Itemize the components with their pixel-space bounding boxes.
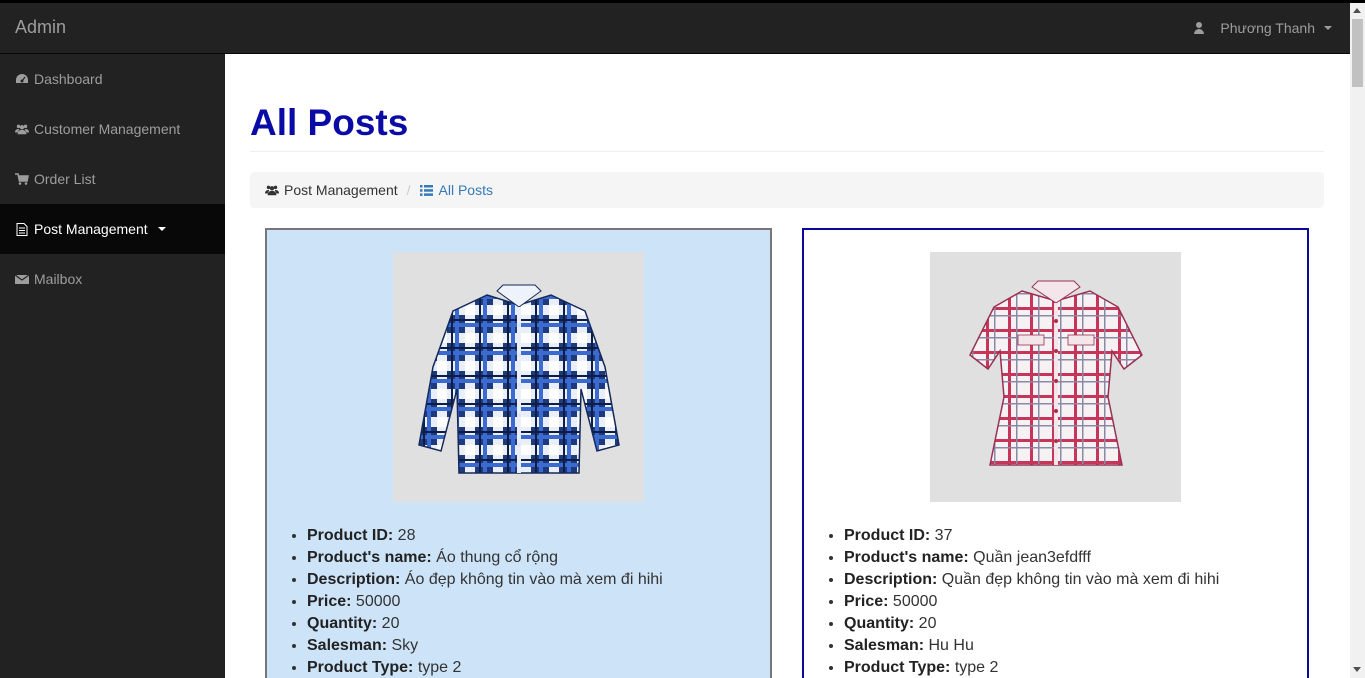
sidebar: Dashboard Customer Management Order List… [0,54,225,678]
sidebar-item-label: Dashboard [34,71,103,87]
cart-icon [15,173,29,185]
users-icon [265,184,279,196]
product-image[interactable] [393,252,644,502]
scrollbar-thumb[interactable] [1352,19,1363,87]
field-label: Product's name: [307,549,432,566]
field-label: Quantity: [307,615,378,632]
divider [250,151,1324,152]
list-item: Product's name: Quần jean3efdfff [844,547,1219,569]
product-salesman: Sky [391,637,419,654]
top-navbar: Admin Phương Thanh [0,3,1350,54]
field-label: Salesman: [844,637,925,654]
field-label: Description: [307,571,401,588]
breadcrumb-item-all-posts[interactable]: All Posts [420,182,493,198]
user-name: Phương Thanh [1220,20,1315,36]
list-item: Product ID: 28 [307,525,663,547]
chevron-down-icon [157,227,166,231]
user-icon [1194,22,1205,34]
sidebar-item-mailbox[interactable]: Mailbox [0,254,225,304]
product-price: 50000 [892,593,938,610]
list-item: Price: 50000 [844,591,1219,613]
product-description: Áo đẹp không tin vào mà xem đi hihi [404,571,663,588]
breadcrumb-item-post-management[interactable]: Post Management [265,182,398,198]
field-label: Quantity: [844,615,915,632]
product-image[interactable] [930,252,1181,502]
sidebar-item-order-list[interactable]: Order List [0,154,225,204]
product-details: Product ID: 28 Product's name: Áo thung … [307,525,663,678]
product-quantity: 20 [918,615,937,632]
list-item: Salesman: Sky [307,635,663,657]
chevron-down-icon [1324,26,1332,30]
field-label: Product's name: [844,549,969,566]
breadcrumb: Post Management / All Posts [250,172,1324,208]
brand-logo[interactable]: Admin [15,17,66,38]
list-item: Product Type: type 2 [307,657,663,678]
list-item: Product Type: type 2 [844,657,1219,678]
product-id: 37 [934,527,953,544]
sidebar-item-customer-management[interactable]: Customer Management [0,104,225,154]
scroll-down-icon[interactable] [1353,667,1361,672]
product-quantity: 20 [381,615,400,632]
sidebar-item-dashboard[interactable]: Dashboard [0,54,225,104]
product-id: 28 [397,527,416,544]
list-item: Quantity: 20 [844,613,1219,635]
main-content: All Posts Post Management / All Posts • … [225,54,1350,678]
list-item: Price: 50000 [307,591,663,613]
post-card[interactable]: Product ID: 37 Product's name: Quần jean… [802,228,1309,678]
users-icon [15,123,29,135]
list-item: Quantity: 20 [307,613,663,635]
product-type: type 2 [417,659,462,676]
field-label: Product ID: [844,527,931,544]
product-description: Quần đẹp không tin vào mà xem đi hihi [941,571,1220,588]
dashboard-icon [15,73,29,85]
field-label: Price: [844,593,889,610]
breadcrumb-label: Post Management [284,182,398,198]
envelope-icon [15,273,29,285]
product-price: 50000 [355,593,401,610]
file-icon [15,222,29,236]
sidebar-item-post-management[interactable]: Post Management [0,204,225,254]
list-item: Description: Áo đẹp không tin vào mà xem… [307,569,663,591]
product-type: type 2 [954,659,999,676]
breadcrumb-separator: / [406,182,411,198]
product-details: Product ID: 37 Product's name: Quần jean… [844,525,1219,678]
list-item: Description: Quần đẹp không tin vào mà x… [844,569,1219,591]
pink-plaid-blouse-icon [968,280,1143,466]
post-card[interactable]: Product ID: 28 Product's name: Áo thung … [265,228,772,678]
sidebar-item-label: Order List [34,171,96,187]
list-icon [420,184,434,196]
scroll-up-icon[interactable] [1353,8,1361,13]
blue-plaid-shirt-icon [417,284,620,474]
product-salesman: Hu Hu [928,637,974,654]
field-label: Product Type: [844,659,951,676]
field-label: Price: [307,593,352,610]
sidebar-item-label: Mailbox [34,271,83,287]
list-item: Product's name: Áo thung cổ rộng [307,547,663,569]
user-menu[interactable]: Phương Thanh [1194,20,1332,36]
product-name: Áo thung cổ rộng [436,549,559,566]
field-label: Product Type: [307,659,414,676]
breadcrumb-label: All Posts [438,182,493,198]
sidebar-item-label: Customer Management [34,121,181,137]
field-label: Description: [844,571,938,588]
field-label: Product ID: [307,527,394,544]
page-title: All Posts [250,102,409,143]
product-name: Quần jean3efdfff [973,549,1091,566]
field-label: Salesman: [307,637,388,654]
sidebar-item-label: Post Management [34,221,148,237]
page-scrollbar[interactable] [1350,3,1365,678]
list-item: Product ID: 37 [844,525,1219,547]
list-item: Salesman: Hu Hu [844,635,1219,657]
